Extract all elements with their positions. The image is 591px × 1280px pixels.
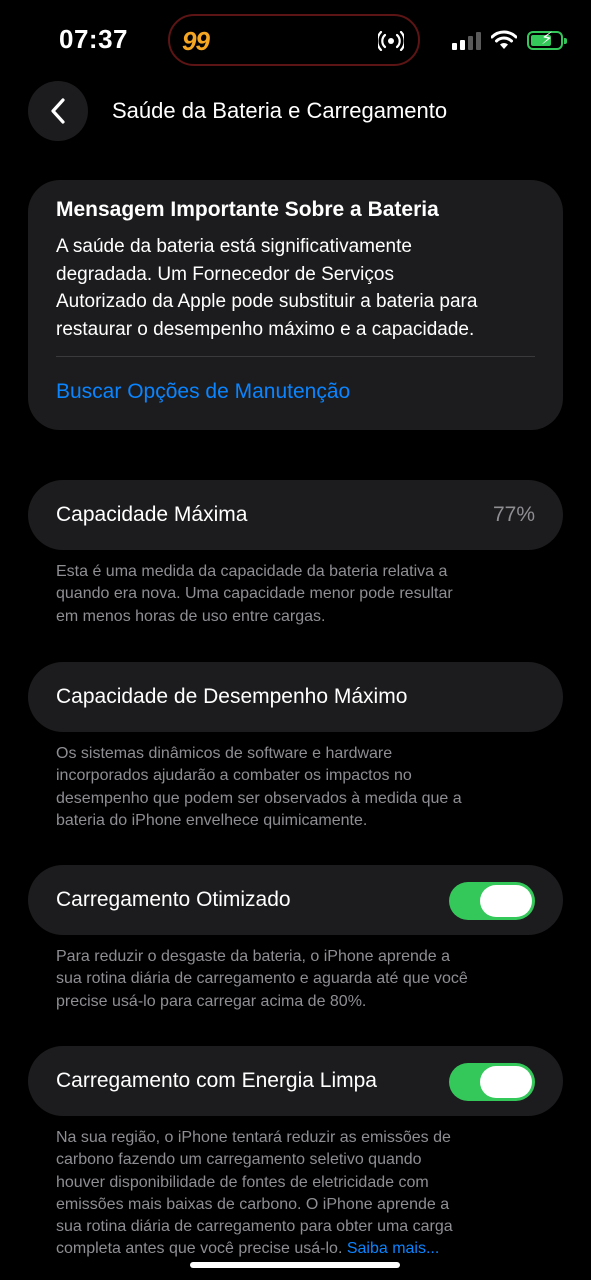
status-time: 07:37 (59, 24, 128, 54)
message-line: restaurar o desempenho máximo e a capaci… (56, 318, 475, 340)
status-bar: 07:37 99 ⚡ (0, 0, 591, 80)
footnote-line: bateria do iPhone envelhece quimicamente… (56, 811, 368, 829)
footnote-line: carbono fazendo um carregamento seletivo… (56, 1151, 422, 1169)
footnote-line: Esta é uma medida da capacidade da bater… (56, 563, 448, 580)
optimized-charging-row: Carregamento Otimizado (28, 865, 563, 935)
message-body: A saúde da bateria está significativamen… (56, 233, 541, 343)
message-line: A saúde da bateria está significativamen… (56, 236, 412, 257)
cellular-signal-icon (452, 30, 481, 50)
optimized-charging-label: Carregamento Otimizado (56, 888, 291, 911)
peak-performance-label: Capacidade de Desempenho Máximo (56, 685, 408, 708)
footnote-line: em menos horas de uso entre cargas. (56, 607, 326, 625)
footnote-line: sua rotina diária de carregamento e agua… (56, 970, 468, 988)
clean-energy-label: Carregamento com Energia Limpa (56, 1069, 377, 1092)
clean-energy-toggle[interactable] (449, 1063, 535, 1101)
battery-message-card: Mensagem Importante Sobre a Bateria A sa… (28, 180, 563, 430)
toggle-knob (480, 885, 532, 917)
footnote-line: emissões mais baixas de carbono. O iPhon… (56, 1195, 450, 1213)
footnote-line: Para reduzir o desgaste da bateria, o iP… (56, 948, 451, 965)
service-options-link[interactable]: Buscar Opções de Manutenção (56, 380, 350, 404)
footnote-text: completa antes que você precise usá-lo. (56, 1240, 347, 1258)
max-capacity-label: Capacidade Máxima (56, 503, 248, 526)
footnote-line: houver disponibilidade de fontes de elet… (56, 1173, 429, 1191)
footnote-line: desempenho que podem ser observados à me… (56, 789, 462, 807)
footnote-line: incorporados ajudarão a combater os impa… (56, 767, 412, 785)
clean-energy-row: Carregamento com Energia Limpa (28, 1046, 563, 1116)
chevron-left-icon (51, 98, 65, 124)
broadcast-icon (378, 31, 404, 51)
footnote-line: Os sistemas dinâmicos de software e hard… (56, 745, 393, 762)
max-capacity-footnote: Esta é uma medida da capacidade da bater… (56, 561, 546, 628)
footnote-line: precise usá-lo para carregar acima de 80… (56, 992, 367, 1010)
learn-more-link[interactable]: Saiba mais... (347, 1240, 439, 1257)
peak-performance-footnote: Os sistemas dinâmicos de software e hard… (56, 743, 546, 832)
footnote-line: Na sua região, o iPhone tentará reduzir … (56, 1129, 451, 1146)
status-icons: ⚡ (452, 28, 567, 52)
island-app-icon: 99 (182, 26, 210, 56)
peak-performance-row: Capacidade de Desempenho Máximo (28, 662, 563, 732)
message-title: Mensagem Importante Sobre a Bateria (56, 198, 439, 221)
message-line: degradada. Um Fornecedor de Serviços (56, 263, 394, 285)
back-button[interactable] (28, 81, 88, 141)
footnote-line: completa antes que você precise usá-lo. … (56, 1238, 546, 1260)
max-capacity-value: 77% (492, 503, 535, 526)
divider (56, 356, 535, 357)
dynamic-island[interactable]: 99 (168, 14, 420, 66)
toggle-knob (480, 1066, 532, 1098)
optimized-charging-toggle[interactable] (449, 882, 535, 920)
battery-charging-icon: ⚡ (527, 29, 567, 50)
home-indicator[interactable] (190, 1262, 400, 1268)
clean-energy-footnote: Na sua região, o iPhone tentará reduzir … (56, 1127, 546, 1261)
max-capacity-row: Capacidade Máxima 77% (28, 480, 563, 550)
wifi-icon (491, 30, 517, 49)
page-title: Saúde da Bateria e Carregamento (112, 98, 448, 123)
footnote-line: quando era nova. Uma capacidade menor po… (56, 585, 453, 603)
optimized-charging-footnote: Para reduzir o desgaste da bateria, o iP… (56, 946, 546, 1013)
message-line: Autorizado da Apple pode substituir a ba… (56, 291, 478, 312)
footnote-line: sua rotina diária de carregamento para o… (56, 1218, 453, 1236)
